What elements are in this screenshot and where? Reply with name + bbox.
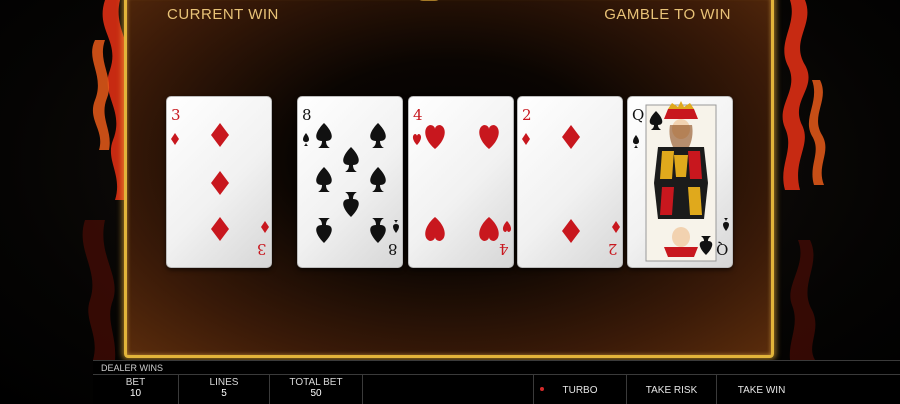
lines-display[interactable]: LINES 5: [179, 375, 270, 404]
bet-display[interactable]: BET 10: [93, 375, 179, 404]
card-rank-bottom: 3: [257, 240, 267, 258]
card-rank-bottom: Q: [715, 240, 728, 258]
card-choice-2[interactable]: 4 4: [408, 96, 514, 268]
turbo-button[interactable]: TURBO: [533, 375, 626, 404]
lines-label: LINES: [209, 377, 239, 388]
control-bar: DEALER WINS BET 10 LINES 5 TOTAL BET 50 …: [93, 360, 900, 404]
card-rank-top: 8: [302, 106, 312, 124]
current-win-label: CURRENT WIN: [167, 6, 279, 23]
turbo-indicator-icon: [540, 387, 544, 391]
card-rank-top: 3: [171, 106, 181, 124]
bet-value: 10: [129, 388, 142, 399]
card-rank-top: 4: [413, 106, 423, 124]
card-choice-3[interactable]: 2 2: [517, 96, 623, 268]
total-bet-value: 50: [310, 388, 322, 399]
card-rank-bottom: 2: [608, 240, 618, 258]
card-rank-bottom: 8: [388, 240, 398, 258]
bet-label: BET: [125, 377, 146, 388]
card-choice-1[interactable]: 8 8: [297, 96, 403, 268]
lines-value: 5: [221, 388, 227, 399]
status-message: DEALER WINS: [93, 361, 900, 375]
take-win-button[interactable]: TAKE WIN: [716, 375, 806, 404]
total-bet-label: TOTAL BET: [289, 377, 343, 388]
take-win-label: TAKE WIN: [737, 384, 786, 396]
turbo-label: TURBO: [562, 384, 598, 396]
card-dealer: 3 3: [166, 96, 272, 268]
gamble-to-win-label: GAMBLE TO WIN: [604, 6, 731, 23]
take-risk-button[interactable]: TAKE RISK: [626, 375, 716, 404]
total-bet-display: TOTAL BET 50: [270, 375, 363, 404]
take-risk-label: TAKE RISK: [645, 384, 698, 396]
game-background: CURRENT WIN GAMBLE TO WIN 3 3 8 8 4 4 2 …: [0, 0, 900, 404]
card-choice-4[interactable]: Q Q: [627, 96, 733, 268]
card-rank-bottom: 4: [499, 240, 509, 258]
card-rank-top: 2: [522, 106, 532, 124]
card-rank-top: Q: [632, 106, 645, 124]
crown-ornament: [417, 0, 441, 1]
